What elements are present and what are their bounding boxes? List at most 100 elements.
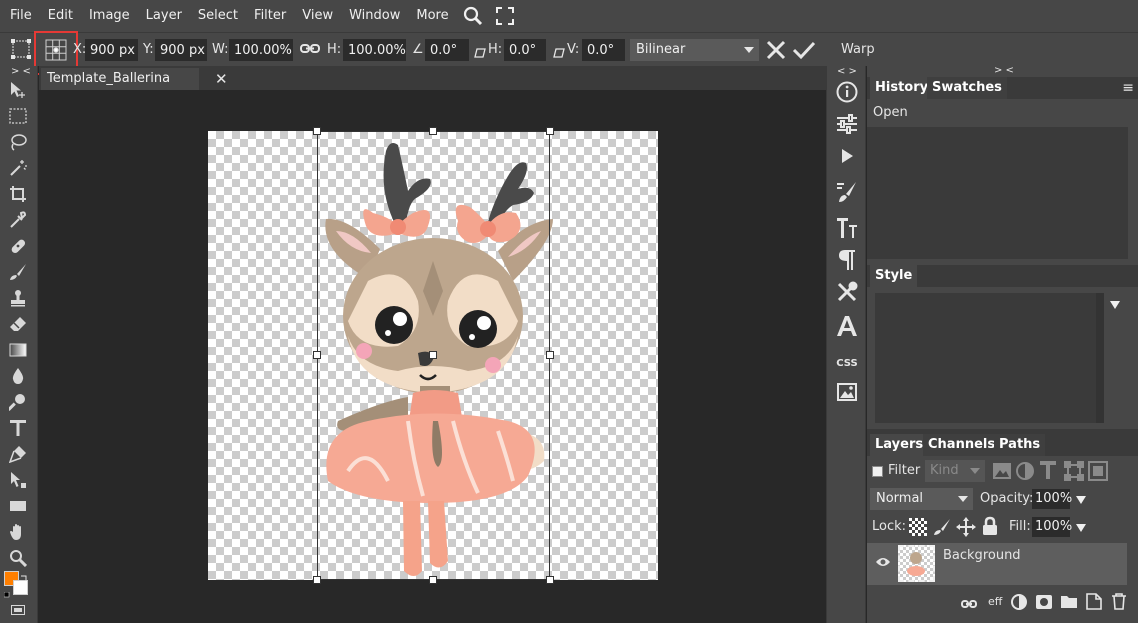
- menu-window[interactable]: Window: [341, 0, 408, 32]
- path-selection-tool-icon[interactable]: [7, 469, 29, 491]
- cancel-transform-icon[interactable]: [765, 39, 787, 61]
- transform-handle-top-left[interactable]: [313, 127, 321, 135]
- filter-shape-icon[interactable]: [1064, 461, 1084, 485]
- opacity-dropdown-icon[interactable]: [1076, 496, 1086, 504]
- blur-tool-icon[interactable]: [7, 365, 29, 387]
- tool-presets-icon[interactable]: [835, 280, 859, 304]
- fullscreen-icon[interactable]: [489, 0, 521, 32]
- transform-handle-bottom-left[interactable]: [313, 576, 321, 584]
- pen-tool-icon[interactable]: [7, 443, 29, 465]
- menu-layer[interactable]: Layer: [138, 0, 190, 32]
- delete-layer-icon[interactable]: [1111, 593, 1127, 614]
- eye-icon[interactable]: [875, 556, 891, 572]
- search-icon[interactable]: [457, 0, 489, 32]
- document-tab[interactable]: Template_Ballerina: [41, 68, 199, 90]
- tab-layers[interactable]: Layers: [870, 434, 929, 456]
- info-icon[interactable]: [835, 80, 859, 104]
- style-expand-icon[interactable]: [1110, 301, 1120, 309]
- eyedropper-tool-icon[interactable]: [7, 209, 29, 231]
- new-group-icon[interactable]: [1060, 594, 1078, 613]
- layer-effects-button[interactable]: eff: [988, 595, 1002, 608]
- character-icon[interactable]: [835, 216, 859, 240]
- tab-swatches[interactable]: Swatches: [927, 77, 1007, 99]
- quick-mask-icon[interactable]: [11, 604, 25, 615]
- menu-edit[interactable]: Edit: [40, 0, 81, 32]
- actions-play-icon[interactable]: [835, 144, 859, 168]
- adjustments-icon[interactable]: [835, 112, 859, 136]
- brush-tool-icon[interactable]: [7, 261, 29, 283]
- width-field[interactable]: 100.00%: [229, 39, 293, 61]
- healing-brush-tool-icon[interactable]: [7, 235, 29, 257]
- panel-menu-icon[interactable]: ≡: [1122, 77, 1134, 99]
- link-icon[interactable]: [300, 38, 320, 60]
- menu-select[interactable]: Select: [190, 0, 246, 32]
- filter-adjustment-icon[interactable]: [1016, 462, 1034, 484]
- fill-field[interactable]: 100%: [1032, 517, 1072, 537]
- glyphs-icon[interactable]: [835, 314, 859, 338]
- menu-more[interactable]: More: [408, 0, 456, 32]
- opacity-field[interactable]: 100%: [1032, 489, 1072, 509]
- transform-handle-bottom-right[interactable]: [546, 576, 554, 584]
- fill-dropdown-icon[interactable]: [1076, 524, 1086, 532]
- filter-smart-object-icon[interactable]: [1088, 461, 1108, 485]
- collapse-tools-icon[interactable]: > <: [11, 66, 31, 77]
- type-tool-icon[interactable]: [7, 417, 29, 439]
- new-layer-icon[interactable]: [1086, 593, 1102, 614]
- transform-handle-top-right[interactable]: [546, 127, 554, 135]
- lock-pixels-icon[interactable]: [933, 518, 951, 540]
- link-layers-icon[interactable]: [961, 598, 977, 613]
- kind-select[interactable]: Kind: [925, 460, 985, 482]
- paragraph-icon[interactable]: [835, 248, 859, 272]
- move-tool-icon[interactable]: [7, 79, 29, 101]
- crop-tool-icon[interactable]: [7, 183, 29, 205]
- warp-button[interactable]: Warp: [841, 39, 875, 61]
- transform-handle-middle-right[interactable]: [546, 351, 554, 359]
- transform-bounds-icon[interactable]: [10, 38, 32, 60]
- lock-all-icon[interactable]: [982, 516, 998, 540]
- layer-mask-icon[interactable]: [1035, 594, 1053, 614]
- layer-row-background[interactable]: Background: [867, 543, 1127, 585]
- lock-transparency-icon[interactable]: [909, 518, 927, 536]
- lasso-tool-icon[interactable]: [7, 131, 29, 153]
- hand-tool-icon[interactable]: [7, 521, 29, 543]
- height-field[interactable]: 100.00%: [343, 39, 406, 61]
- dodge-tool-icon[interactable]: [7, 391, 29, 413]
- tab-channels[interactable]: Channels: [923, 434, 1001, 456]
- transform-handle-middle-left[interactable]: [313, 351, 321, 359]
- y-position-field[interactable]: 900 px: [155, 39, 207, 61]
- transform-handle-top-middle[interactable]: [429, 127, 437, 135]
- marquee-tool-icon[interactable]: [7, 105, 29, 127]
- menu-view[interactable]: View: [294, 0, 341, 32]
- tab-style[interactable]: Style: [870, 265, 918, 287]
- filter-checkbox[interactable]: [872, 466, 883, 477]
- zoom-tool-icon[interactable]: [7, 547, 29, 569]
- collapse-panels-icon[interactable]: > <: [994, 65, 1014, 76]
- menu-filter[interactable]: Filter: [246, 0, 294, 32]
- layer-thumbnail[interactable]: [898, 545, 935, 582]
- css-icon[interactable]: CSS: [835, 350, 859, 374]
- filter-pixel-icon[interactable]: [992, 462, 1012, 484]
- commit-transform-icon[interactable]: [792, 39, 816, 61]
- history-item-open[interactable]: Open: [873, 102, 908, 124]
- adjustment-layer-icon[interactable]: [1011, 594, 1027, 614]
- eraser-tool-icon[interactable]: [7, 313, 29, 335]
- magic-wand-tool-icon[interactable]: [7, 157, 29, 179]
- menu-image[interactable]: Image: [81, 0, 138, 32]
- angle-field[interactable]: 0.0°: [425, 39, 469, 61]
- tab-history[interactable]: History: [870, 77, 934, 99]
- clone-stamp-tool-icon[interactable]: [7, 287, 29, 309]
- lock-position-icon[interactable]: [956, 517, 976, 541]
- interpolation-select[interactable]: Bilinear: [630, 39, 759, 61]
- transform-handle-center[interactable]: [429, 351, 437, 359]
- x-position-field[interactable]: 900 px: [85, 39, 138, 61]
- rectangle-tool-icon[interactable]: [7, 495, 29, 517]
- transform-handle-bottom-middle[interactable]: [429, 576, 437, 584]
- collapse-strip-icon[interactable]: < >: [837, 66, 857, 77]
- image-icon[interactable]: [835, 380, 859, 404]
- swap-colors-icon[interactable]: [20, 571, 28, 581]
- filter-type-icon[interactable]: [1039, 460, 1057, 484]
- menu-file[interactable]: File: [2, 0, 40, 32]
- close-tab-icon[interactable]: ✕: [215, 68, 231, 90]
- background-color-swatch[interactable]: [13, 580, 28, 595]
- blend-mode-select[interactable]: Normal: [870, 488, 973, 510]
